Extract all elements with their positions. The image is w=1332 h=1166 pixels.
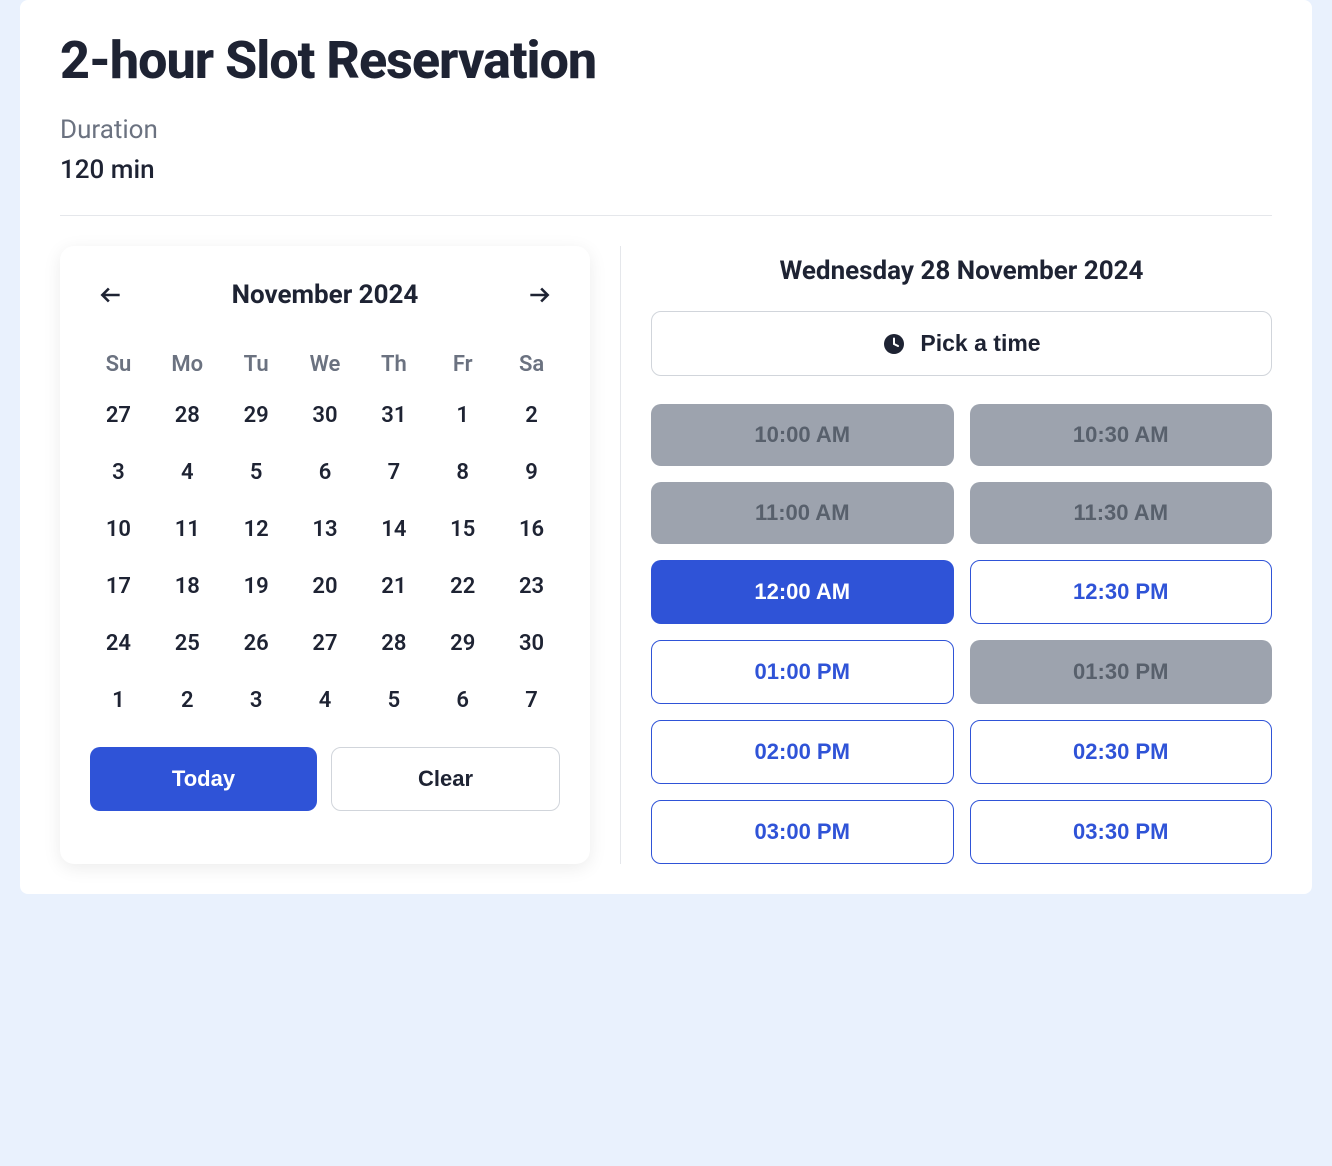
clock-icon <box>882 332 906 356</box>
calendar-day[interactable]: 1 <box>428 387 497 444</box>
calendar-weekday-header: Tu <box>222 342 291 387</box>
calendar-day[interactable]: 23 <box>497 558 566 615</box>
calendar-day[interactable]: 31 <box>359 387 428 444</box>
calendar-day[interactable]: 3 <box>222 672 291 729</box>
time-slot[interactable]: 12:30 PM <box>970 560 1273 624</box>
calendar-weekday-header: Th <box>359 342 428 387</box>
calendar-header: November 2024 <box>84 276 566 314</box>
calendar-day[interactable]: 7 <box>497 672 566 729</box>
time-slot: 10:00 AM <box>651 404 954 466</box>
calendar-day[interactable]: 20 <box>291 558 360 615</box>
calendar-day[interactable]: 11 <box>153 501 222 558</box>
calendar-day[interactable]: 24 <box>84 615 153 672</box>
time-slots-grid: 10:00 AM 10:30 AM 11:00 AM 11:30 AM 12:00 AM… <box>651 404 1272 864</box>
time-slot: 11:00 AM <box>651 482 954 544</box>
calendar-day[interactable]: 28 <box>359 615 428 672</box>
selected-date-title: Wednesday 28 November 2024 <box>651 254 1272 289</box>
calendar-day[interactable]: 29 <box>222 387 291 444</box>
time-slot: 01:30 PM <box>970 640 1273 704</box>
calendar-weekday-header: Mo <box>153 342 222 387</box>
time-slot[interactable]: 02:30 PM <box>970 720 1273 784</box>
calendar-day[interactable]: 19 <box>222 558 291 615</box>
calendar-day[interactable]: 10 <box>84 501 153 558</box>
time-slot: 10:30 AM <box>970 404 1273 466</box>
calendar-day[interactable]: 15 <box>428 501 497 558</box>
calendar-day[interactable]: 26 <box>222 615 291 672</box>
calendar-month-title: November 2024 <box>232 280 419 310</box>
divider <box>60 215 1272 216</box>
duration-value: 120 min <box>60 155 1272 185</box>
calendar-day[interactable]: 12 <box>222 501 291 558</box>
calendar-day[interactable]: 13 <box>291 501 360 558</box>
calendar-day[interactable]: 22 <box>428 558 497 615</box>
calendar-day[interactable]: 6 <box>428 672 497 729</box>
calendar-day[interactable]: 4 <box>291 672 360 729</box>
calendar-day[interactable]: 9 <box>497 444 566 501</box>
vertical-divider <box>620 246 621 864</box>
calendar-day[interactable]: 5 <box>222 444 291 501</box>
calendar-weekday-header: Sa <box>497 342 566 387</box>
calendar-day[interactable]: 28 <box>153 387 222 444</box>
pick-time-button[interactable]: Pick a time <box>651 311 1272 376</box>
calendar-day[interactable]: 27 <box>84 387 153 444</box>
today-button[interactable]: Today <box>90 747 317 811</box>
calendar-weekday-header: Su <box>84 342 153 387</box>
time-slot[interactable]: 01:00 PM <box>651 640 954 704</box>
calendar-day[interactable]: 14 <box>359 501 428 558</box>
page-title: 2-hour Slot Reservation <box>60 30 1272 91</box>
clear-button[interactable]: Clear <box>331 747 560 811</box>
calendar-day[interactable]: 2 <box>497 387 566 444</box>
time-slot: 11:30 AM <box>970 482 1273 544</box>
time-slot[interactable]: 03:30 PM <box>970 800 1273 864</box>
calendar-prev-button[interactable] <box>92 276 130 314</box>
calendar-next-button[interactable] <box>520 276 558 314</box>
calendar-footer: Today Clear <box>84 747 566 811</box>
calendar-day[interactable]: 4 <box>153 444 222 501</box>
calendar-day[interactable]: 3 <box>84 444 153 501</box>
reservation-card: 2-hour Slot Reservation Duration 120 min… <box>20 0 1312 894</box>
calendar: November 2024 SuMoTuWeThFrSa272829303112… <box>60 246 590 864</box>
time-panel: Wednesday 28 November 2024 Pick a time 1… <box>651 246 1272 864</box>
calendar-weekday-header: We <box>291 342 360 387</box>
time-slot[interactable]: 12:00 AM <box>651 560 954 624</box>
calendar-day[interactable]: 29 <box>428 615 497 672</box>
calendar-grid: SuMoTuWeThFrSa27282930311234567891011121… <box>84 342 566 729</box>
calendar-day[interactable]: 30 <box>497 615 566 672</box>
calendar-day[interactable]: 6 <box>291 444 360 501</box>
duration-label: Duration <box>60 115 1272 145</box>
calendar-day[interactable]: 25 <box>153 615 222 672</box>
main-row: November 2024 SuMoTuWeThFrSa272829303112… <box>60 246 1272 864</box>
calendar-day[interactable]: 1 <box>84 672 153 729</box>
time-slot[interactable]: 02:00 PM <box>651 720 954 784</box>
calendar-day[interactable]: 2 <box>153 672 222 729</box>
calendar-day[interactable]: 16 <box>497 501 566 558</box>
calendar-day[interactable]: 30 <box>291 387 360 444</box>
calendar-day[interactable]: 7 <box>359 444 428 501</box>
pick-time-label: Pick a time <box>920 330 1040 357</box>
calendar-day[interactable]: 5 <box>359 672 428 729</box>
arrow-left-icon <box>98 282 124 308</box>
time-slot[interactable]: 03:00 PM <box>651 800 954 864</box>
calendar-day[interactable]: 18 <box>153 558 222 615</box>
arrow-right-icon <box>526 282 552 308</box>
calendar-weekday-header: Fr <box>428 342 497 387</box>
calendar-day[interactable]: 17 <box>84 558 153 615</box>
calendar-day[interactable]: 27 <box>291 615 360 672</box>
calendar-day[interactable]: 21 <box>359 558 428 615</box>
calendar-day[interactable]: 8 <box>428 444 497 501</box>
